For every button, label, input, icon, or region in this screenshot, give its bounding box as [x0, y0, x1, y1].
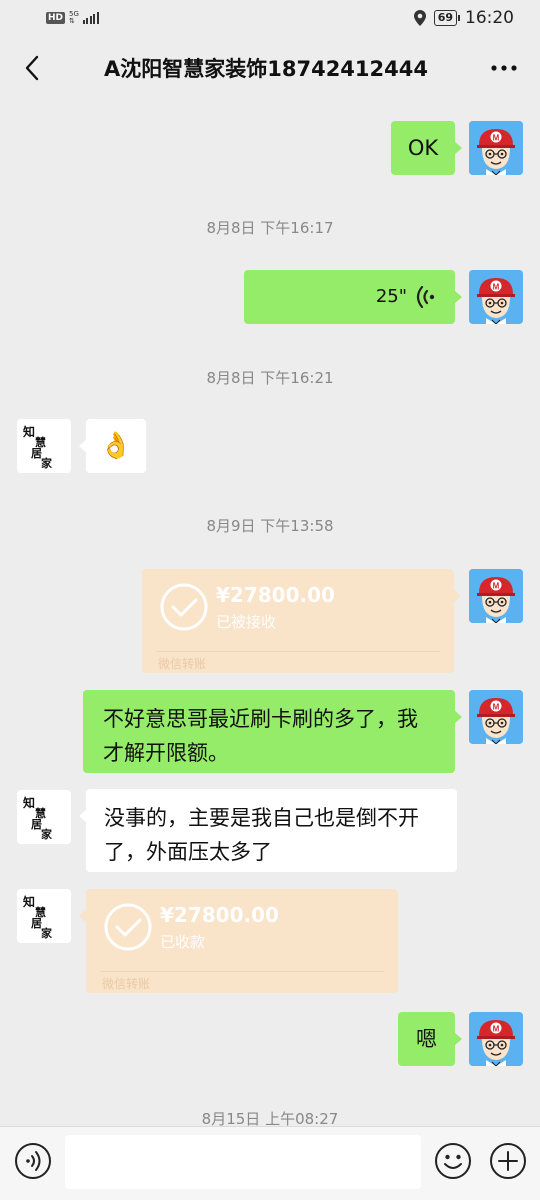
- voice-duration: 25": [375, 286, 407, 307]
- timestamp: 8月8日 下午16:21: [206, 369, 334, 387]
- transfer-card-received[interactable]: ¥27800.00 已收款 微信转账: [79, 889, 398, 993]
- emoji-button[interactable]: [434, 1142, 472, 1184]
- hd-badge: HD: [46, 12, 66, 24]
- message-input[interactable]: [65, 1135, 421, 1189]
- my-avatar[interactable]: [469, 690, 523, 744]
- status-bar: HD 5G ⇅ 69 16:20: [0, 0, 540, 36]
- network-type: 5G ⇅: [69, 11, 79, 25]
- timestamp: 8月9日 下午13:58: [206, 517, 334, 535]
- status-right: 69 16:20: [413, 8, 514, 28]
- calligraphy-logo-avatar-icon: [17, 419, 71, 473]
- transfer-status: 已被接收: [216, 613, 277, 631]
- back-button[interactable]: [18, 48, 46, 88]
- signal-icon: [82, 12, 99, 24]
- smiley-icon: [435, 1143, 471, 1179]
- check-circle-icon: [160, 583, 208, 631]
- message-bubble-sent[interactable]: OK: [391, 121, 462, 175]
- cartoon-boy-avatar-icon: [469, 121, 523, 175]
- message-bubble-sent[interactable]: 不好意思哥最近刷卡刷的多了，我才解开限额。: [83, 690, 462, 773]
- my-avatar[interactable]: [469, 270, 523, 324]
- transfer-card-sent[interactable]: ¥27800.00 已被接收 微信转账: [142, 569, 461, 673]
- timestamp: 8月8日 下午16:17: [206, 219, 334, 237]
- chat-input-bar: [0, 1126, 540, 1200]
- contact-avatar[interactable]: [17, 419, 71, 473]
- calligraphy-logo-avatar-icon: [17, 790, 71, 844]
- data-arrows-icon: ⇅: [69, 17, 75, 25]
- message-row-sent: 不好意思哥最近刷卡刷的多了，我才解开限额。: [0, 690, 540, 774]
- more-dots-icon: [491, 65, 517, 71]
- check-circle-icon: [104, 903, 152, 951]
- my-avatar[interactable]: [469, 1012, 523, 1066]
- cartoon-boy-avatar-icon: [469, 690, 523, 744]
- message-bubble-sent[interactable]: 嗯: [398, 1012, 462, 1066]
- plus-icon: [490, 1143, 526, 1179]
- cartoon-boy-avatar-icon: [469, 270, 523, 324]
- contact-avatar[interactable]: [17, 790, 71, 844]
- my-avatar[interactable]: [469, 121, 523, 175]
- chat-header: A沈阳智慧家装饰18742412444: [0, 36, 540, 100]
- clock: 16:20: [465, 8, 514, 28]
- voice-input-button[interactable]: [14, 1142, 52, 1184]
- message-row-sent: 25": [0, 270, 540, 326]
- transfer-footer: 微信转账: [158, 657, 207, 671]
- calligraphy-logo-avatar-icon: [17, 889, 71, 943]
- message-row-sent: 嗯: [0, 1012, 540, 1068]
- message-row-received: 没事的，主要是我自己也是倒不开了，外面压太多了: [0, 789, 540, 873]
- message-row-sent: ¥27800.00 已被接收 微信转账: [0, 568, 540, 674]
- message-row-received: 👌: [0, 418, 540, 474]
- transfer-amount: ¥27800.00: [160, 903, 279, 927]
- transfer-amount: ¥27800.00: [216, 583, 335, 607]
- chevron-left-icon: [25, 55, 39, 81]
- emoji-message-bubble[interactable]: 👌: [79, 419, 146, 473]
- message-bubble-received[interactable]: 没事的，主要是我自己也是倒不开了，外面压太多了: [79, 789, 457, 872]
- more-options-button[interactable]: [486, 48, 522, 88]
- cartoon-boy-avatar-icon: [469, 569, 523, 623]
- voice-wave-icon: [416, 286, 435, 308]
- transfer-divider: [100, 971, 384, 972]
- transfer-footer: 微信转账: [102, 977, 151, 991]
- voice-message-bubble[interactable]: 25": [244, 270, 462, 324]
- chat-title: A沈阳智慧家装饰18742412444: [104, 57, 428, 81]
- more-functions-button[interactable]: [489, 1142, 527, 1184]
- message-row-sent: OK: [0, 120, 540, 176]
- transfer-status: 已收款: [160, 933, 206, 951]
- status-left: HD 5G ⇅: [46, 11, 99, 25]
- my-avatar[interactable]: [469, 569, 523, 623]
- transfer-divider: [156, 651, 440, 652]
- voice-icon: [15, 1143, 51, 1179]
- location-icon: [413, 10, 426, 26]
- battery-icon: 69: [433, 10, 461, 26]
- contact-avatar[interactable]: [17, 889, 71, 943]
- message-row-received: ¥27800.00 已收款 微信转账: [0, 888, 540, 994]
- cartoon-boy-avatar-icon: [469, 1012, 523, 1066]
